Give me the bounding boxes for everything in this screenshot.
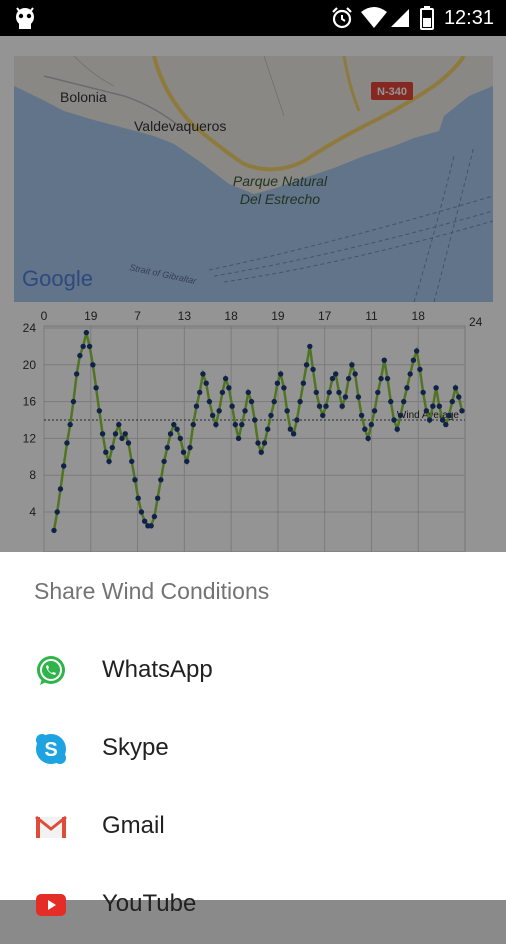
gmail-icon xyxy=(35,815,67,838)
dim-overlay[interactable] xyxy=(0,36,506,552)
android-debug-icon xyxy=(16,7,34,29)
svg-text:S: S xyxy=(44,739,57,761)
status-time: 12:31 xyxy=(443,7,494,29)
share-item-label: WhatsApp xyxy=(102,656,213,683)
share-item-label: YouTube xyxy=(102,890,197,917)
signal-icon xyxy=(391,9,409,27)
battery-icon xyxy=(420,6,434,30)
share-item-youtube[interactable]: YouTube xyxy=(0,866,506,944)
share-item-label: Gmail xyxy=(102,812,165,839)
share-sheet: Share Wind Conditions WhatsApp S Skype G… xyxy=(0,552,506,917)
share-sheet-title: Share Wind Conditions xyxy=(34,578,270,604)
share-item-skype[interactable]: S Skype xyxy=(0,710,506,788)
alarm-icon xyxy=(332,7,352,29)
skype-icon: S xyxy=(36,734,66,764)
share-item-whatsapp[interactable]: WhatsApp xyxy=(0,632,506,710)
share-item-label: Skype xyxy=(102,734,169,761)
share-item-gmail[interactable]: Gmail xyxy=(0,788,506,866)
youtube-icon xyxy=(36,894,66,916)
status-bar: 12:31 xyxy=(0,0,506,36)
wifi-icon xyxy=(361,7,387,28)
whatsapp-icon xyxy=(37,656,65,685)
